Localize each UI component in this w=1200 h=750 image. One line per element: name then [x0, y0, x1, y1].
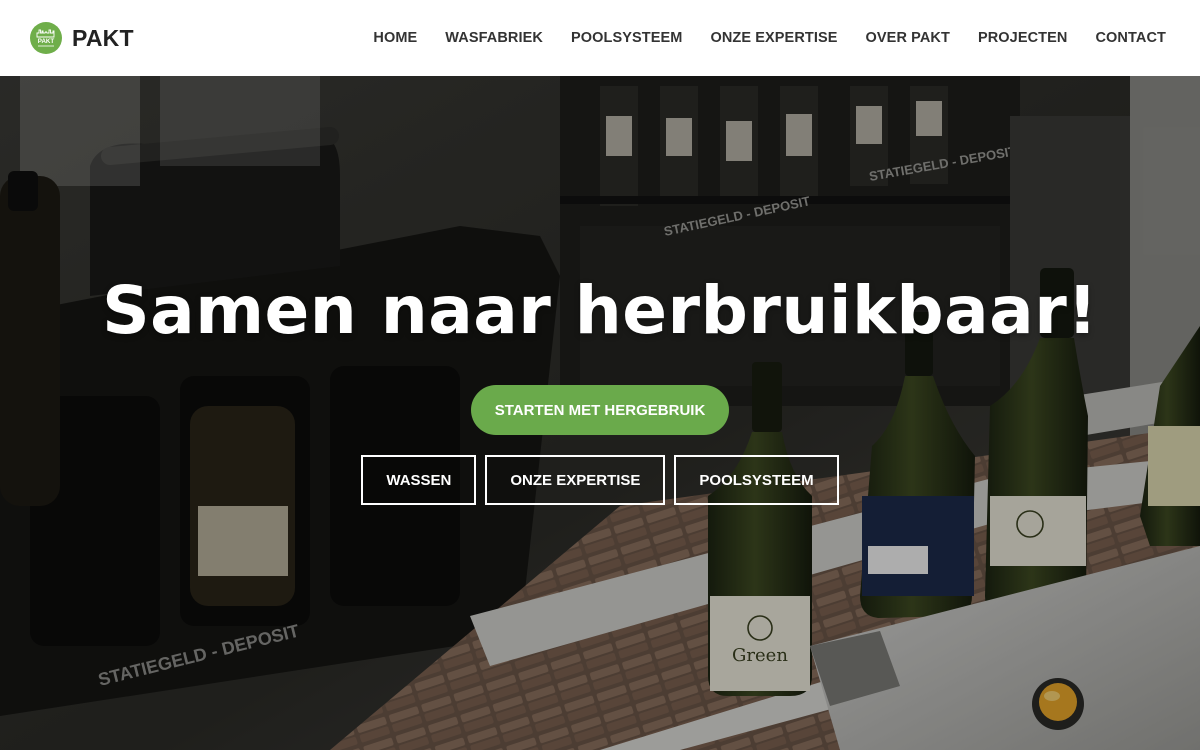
start-reuse-button[interactable]: STARTEN MET HERGEBRUIK [470, 385, 730, 435]
hero-section: STATIEGELD - DEPOSIT STATIEGELD - DEPOSI… [0, 76, 1200, 750]
secondary-button-group: WASSEN ONZE EXPERTISE POOLSYSTEEM [361, 455, 839, 505]
nav-item-onze-expertise[interactable]: ONZE EXPERTISE [710, 30, 837, 46]
wassen-button[interactable]: WASSEN [361, 455, 477, 505]
hero-title: Samen naar herbruikbaar! [102, 272, 1098, 349]
nav-item-projecten[interactable]: PROJECTEN [978, 30, 1068, 46]
pakt-logo-icon: PAKT [30, 22, 62, 54]
hero-content: Samen naar herbruikbaar! STARTEN MET HER… [0, 76, 1200, 750]
onze-expertise-button[interactable]: ONZE EXPERTISE [485, 455, 666, 505]
main-nav: HOME WASFABRIEK POOLSYSTEEM ONZE EXPERTI… [373, 30, 1166, 46]
brand-home-link[interactable]: PAKT PAKT [30, 22, 134, 54]
nav-item-home[interactable]: HOME [373, 30, 417, 46]
site-header: PAKT PAKT HOME WASFABRIEK POOLSYSTEEM ON… [0, 0, 1200, 76]
nav-item-contact[interactable]: CONTACT [1095, 30, 1166, 46]
nav-item-over-pakt[interactable]: OVER PAKT [866, 30, 950, 46]
svg-text:PAKT: PAKT [38, 38, 55, 45]
brand-name: PAKT [72, 24, 134, 51]
poolsysteem-button[interactable]: POOLSYSTEEM [674, 455, 839, 505]
nav-item-poolsysteem[interactable]: POOLSYSTEEM [571, 30, 682, 46]
nav-item-wasfabriek[interactable]: WASFABRIEK [445, 30, 543, 46]
